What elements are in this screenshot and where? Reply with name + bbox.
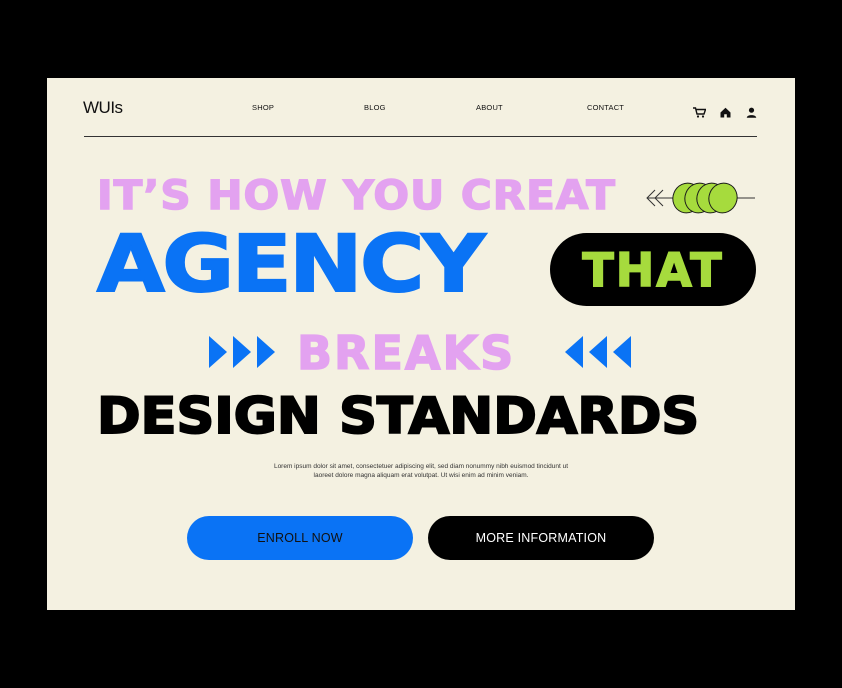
triple-arrow-right-icon [207,334,279,374]
hero-line-4: DESIGN STANDARDS [96,387,700,445]
nav-item-shop[interactable]: SHOP [252,103,274,112]
landing-page: WUIs SHOP BLOG ABOUT CONTACT IT’S HOW YO… [47,78,795,610]
hero-line-2: AGENCY [96,220,487,310]
that-pill-label: THAT [582,242,724,298]
header-divider [84,136,757,137]
user-icon[interactable] [744,105,758,119]
leaf-arrow-icon [643,181,759,219]
more-information-button[interactable]: MORE INFORMATION [428,516,654,560]
home-icon[interactable] [718,105,732,119]
enroll-now-button[interactable]: ENROLL NOW [187,516,413,560]
hero-description-line-1: Lorem ipsum dolor sit amet, consectetuer… [273,463,569,470]
triple-arrow-left-icon [563,334,635,374]
hero-line-3: BREAKS [296,326,516,380]
brand-logo[interactable]: WUIs [83,98,123,118]
nav-icons [692,105,758,119]
cart-icon[interactable] [692,105,706,119]
nav-item-about[interactable]: ABOUT [476,103,503,112]
nav-item-contact[interactable]: CONTACT [587,103,624,112]
nav-item-blog[interactable]: BLOG [364,103,386,112]
hero-description: Lorem ipsum dolor sit amet, consectetuer… [251,462,591,480]
hero-description-line-2: laoreet dolore magna aliquam erat volutp… [313,472,529,479]
that-pill: THAT [550,233,756,306]
hero-line-1: IT’S HOW YOU CREAT [96,173,616,219]
